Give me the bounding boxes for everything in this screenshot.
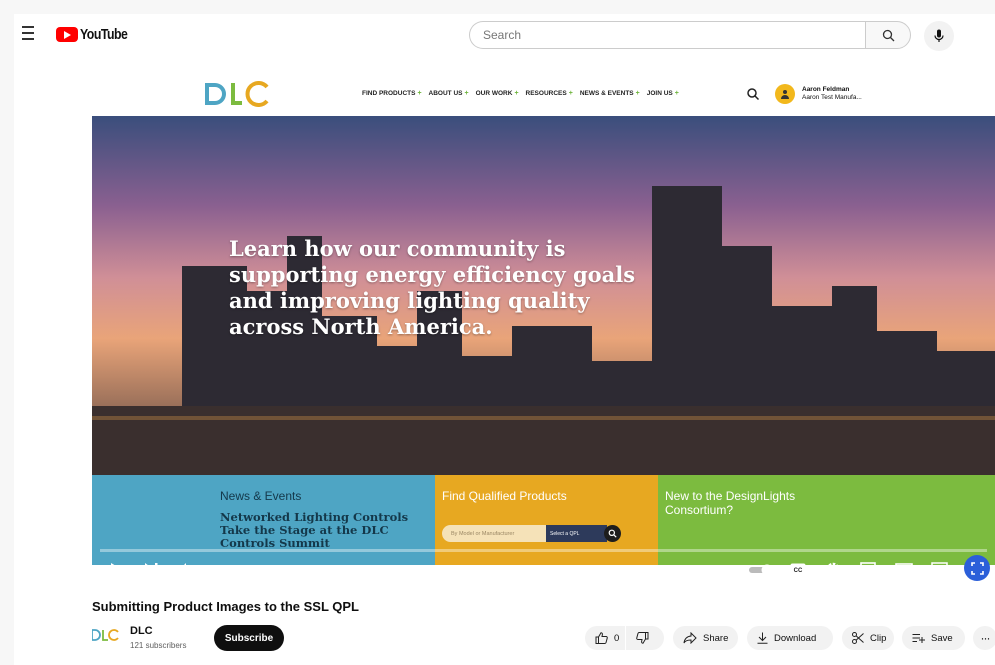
- share-icon: [683, 632, 697, 644]
- save-button[interactable]: Save: [902, 626, 965, 650]
- player-controls: 0:00 / 8:12 ← → CC: [92, 554, 995, 587]
- product-search-icon: [604, 525, 621, 542]
- channel-avatar[interactable]: [92, 629, 119, 641]
- guide-menu-button[interactable]: [22, 26, 40, 40]
- user-avatar-icon: [775, 84, 795, 104]
- video-player[interactable]: Learn how our community is supporting en…: [92, 116, 995, 475]
- card-news-headline: Networked Lighting Controls Take the Sta…: [220, 510, 409, 550]
- site-user-name: Aaron Feldman: [802, 86, 850, 93]
- card-products-label: Find Qualified Products: [442, 489, 567, 503]
- site-user-company: Aaron Test Manufa...: [802, 94, 862, 101]
- subscriber-count: 121 subscribers: [130, 641, 187, 650]
- search-placeholder: Search: [483, 28, 522, 42]
- more-horizontal-icon: ···: [980, 631, 991, 645]
- menu-news-events: NEWS & EVENTS: [580, 90, 640, 97]
- autoplay-toggle-icon[interactable]: [749, 564, 775, 576]
- search-icon: [882, 29, 894, 41]
- subscribe-button[interactable]: Subscribe: [214, 625, 284, 651]
- share-label: Share: [703, 632, 729, 644]
- more-actions-button[interactable]: ···: [973, 626, 995, 650]
- menu-resources: RESOURCES: [526, 90, 573, 97]
- youtube-play-icon: [56, 26, 78, 42]
- share-button[interactable]: Share: [673, 626, 738, 650]
- channel-name[interactable]: DLC: [130, 625, 153, 637]
- fullscreen-icon: [970, 561, 984, 575]
- settings-gear-icon[interactable]: [826, 562, 840, 576]
- time-display: 0:00 / 8:12: [209, 564, 245, 573]
- youtube-logo[interactable]: YouTube: [56, 25, 138, 43]
- video-title: Submitting Product Images to the SSL QPL: [92, 599, 360, 614]
- download-icon: [757, 632, 768, 644]
- product-search-row: By Model or Manufacturer Select a QPL: [442, 525, 658, 542]
- voice-search-button[interactable]: [924, 21, 954, 51]
- thumbs-up-icon: [595, 632, 608, 644]
- cast-icon[interactable]: [931, 562, 948, 576]
- fullscreen-button[interactable]: [964, 555, 990, 581]
- search-input[interactable]: Search: [469, 21, 865, 49]
- carousel-arrows-icon: ← →: [397, 558, 427, 573]
- progress-bar[interactable]: [100, 549, 987, 552]
- play-icon[interactable]: [110, 563, 122, 576]
- menu-our-work: OUR WORK: [476, 90, 519, 97]
- microphone-icon: [934, 29, 944, 42]
- clip-label: Clip: [870, 632, 887, 644]
- save-playlist-icon: [912, 633, 925, 643]
- captions-icon[interactable]: CC: [790, 563, 806, 576]
- like-button[interactable]: 0: [585, 626, 625, 650]
- search-button[interactable]: [865, 21, 911, 49]
- miniplayer-icon[interactable]: [860, 562, 876, 576]
- download-button[interactable]: Download: [747, 626, 833, 650]
- hero-headline: Learn how our community is supporting en…: [229, 236, 636, 339]
- dislike-button[interactable]: [626, 626, 664, 650]
- volume-icon[interactable]: [179, 563, 194, 576]
- thumbs-down-icon: [636, 632, 649, 644]
- dlc-logo: [205, 81, 269, 107]
- qpl-select: Select a QPL: [546, 525, 607, 542]
- clip-button[interactable]: Clip: [842, 626, 894, 650]
- site-user-info: Aaron Feldman Aaron Test Manufa...: [802, 86, 862, 102]
- embedded-site-menu: FIND PRODUCTS ABOUT US OUR WORK RESOURCE…: [362, 90, 679, 97]
- menu-join-us: JOIN US: [647, 90, 679, 97]
- site-search-icon: [747, 88, 760, 101]
- like-count: 0: [614, 632, 620, 644]
- save-label: Save: [931, 632, 953, 644]
- youtube-wordmark: YouTube: [80, 25, 128, 43]
- youtube-watch-page: YouTube Search FIND PRODUCTS ABOUT US OU…: [14, 14, 995, 665]
- card-news-label: News & Events: [220, 489, 302, 503]
- product-search-input: By Model or Manufacturer: [442, 525, 546, 542]
- svg-text:CC: CC: [794, 568, 803, 574]
- embedded-site-header: FIND PRODUCTS ABOUT US OUR WORK RESOURCE…: [92, 72, 995, 116]
- next-icon[interactable]: [145, 563, 158, 576]
- menu-about-us: ABOUT US: [429, 90, 469, 97]
- theater-mode-icon[interactable]: [895, 563, 913, 575]
- card-new-label: New to the DesignLights Consortium?: [665, 489, 796, 517]
- scissors-icon: [852, 632, 864, 644]
- menu-find-products: FIND PRODUCTS: [362, 90, 422, 97]
- download-label: Download: [774, 632, 817, 644]
